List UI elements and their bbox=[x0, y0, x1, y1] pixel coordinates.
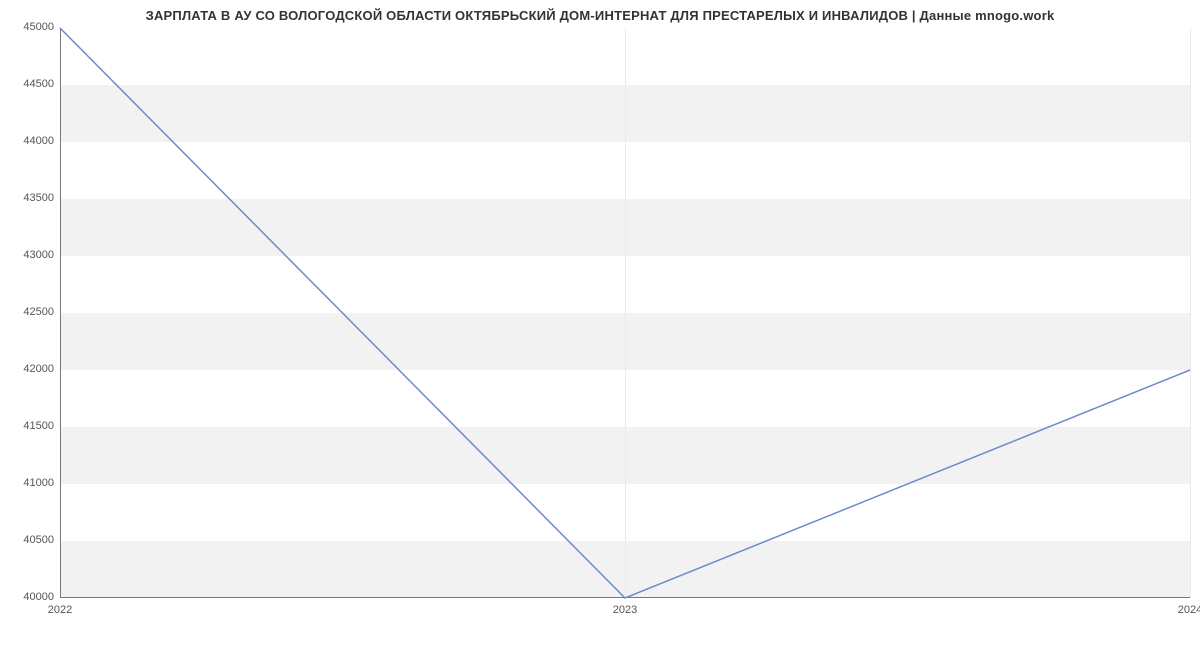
y-tick-label: 40500 bbox=[10, 534, 54, 546]
y-tick-label: 41500 bbox=[10, 420, 54, 432]
y-tick-label: 42500 bbox=[10, 306, 54, 318]
y-tick-label: 44000 bbox=[10, 135, 54, 147]
x-tick-label: 2022 bbox=[30, 604, 90, 616]
y-tick-label: 43500 bbox=[10, 192, 54, 204]
vertical-gridline bbox=[1190, 28, 1191, 598]
chart-title: ЗАРПЛАТА В АУ СО ВОЛОГОДСКОЙ ОБЛАСТИ ОКТ… bbox=[0, 8, 1200, 23]
y-tick-label: 45000 bbox=[10, 21, 54, 33]
y-tick-label: 44500 bbox=[10, 78, 54, 90]
y-tick-label: 41000 bbox=[10, 477, 54, 489]
plot-area bbox=[60, 28, 1190, 598]
line-series bbox=[60, 28, 1190, 598]
x-tick-label: 2023 bbox=[595, 604, 655, 616]
y-tick-label: 40000 bbox=[10, 591, 54, 603]
y-tick-label: 43000 bbox=[10, 249, 54, 261]
y-tick-label: 42000 bbox=[10, 363, 54, 375]
x-tick-label: 2024 bbox=[1160, 604, 1200, 616]
line-series-svg bbox=[60, 28, 1190, 598]
